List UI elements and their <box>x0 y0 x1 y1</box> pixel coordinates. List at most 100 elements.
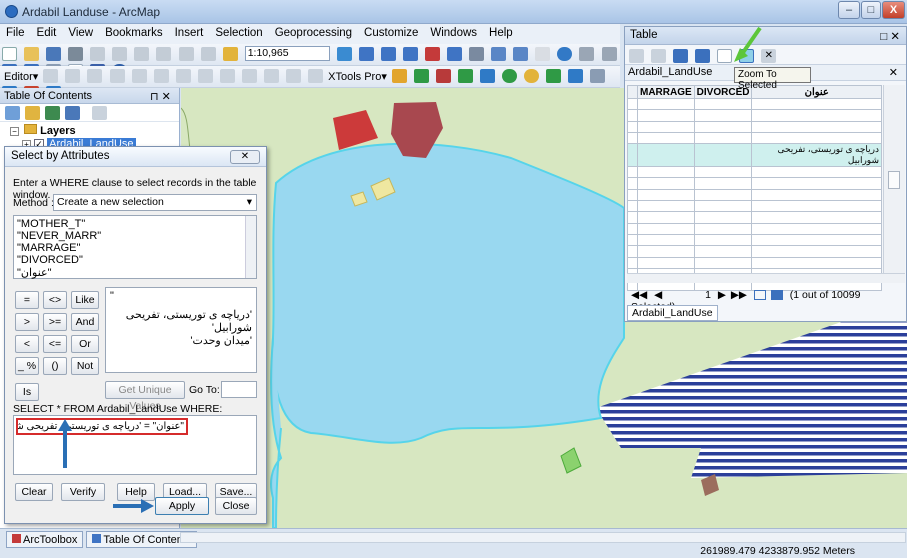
point-icon[interactable] <box>153 69 169 83</box>
clear-button[interactable]: Clear <box>15 483 53 501</box>
table-row[interactable]: دریاچه ی توریستی، تفریحی شورابیل <box>627 143 882 168</box>
cut-icon[interactable] <box>90 47 106 61</box>
toc-layers-node[interactable]: − Layers <box>10 124 76 137</box>
operator-less-button[interactable]: < <box>15 335 39 353</box>
dialog-close-button-bottom[interactable]: Close <box>215 497 257 515</box>
table-cell[interactable] <box>637 166 695 179</box>
value-item[interactable]: 'میدان وحدت' <box>110 334 252 347</box>
copy-icon[interactable] <box>112 47 128 61</box>
minimize-button[interactable]: – <box>838 1 860 19</box>
menu-bookmarks[interactable]: Bookmarks <box>99 24 169 39</box>
xtools-icon-4[interactable] <box>458 69 474 83</box>
cut-polygons-icon[interactable] <box>219 69 235 83</box>
operator-or-button[interactable]: Or <box>71 335 99 353</box>
operator-equals-button[interactable]: = <box>15 291 39 309</box>
table-cell[interactable] <box>751 166 882 179</box>
table-cell[interactable] <box>751 222 882 235</box>
table-row[interactable] <box>627 166 882 179</box>
scrollbar-thumb[interactable] <box>888 171 900 189</box>
operator-greater-button[interactable]: > <box>15 313 39 331</box>
table-cell[interactable] <box>693 97 753 111</box>
undo-icon[interactable] <box>178 47 194 61</box>
list-by-visibility-icon[interactable] <box>45 106 61 120</box>
open-folder-icon[interactable] <box>24 47 40 61</box>
table-cell[interactable] <box>693 120 753 133</box>
xtools-icon-9[interactable] <box>568 69 584 83</box>
apply-button[interactable]: Apply <box>155 497 209 515</box>
last-record-button[interactable]: ▶▶ <box>731 289 747 301</box>
xtools-icon-7[interactable] <box>524 69 540 83</box>
row-selector[interactable] <box>627 120 638 133</box>
tab-arctoolbox[interactable]: ArcToolbox <box>6 531 84 548</box>
table-cell[interactable] <box>751 109 882 122</box>
table-row[interactable] <box>627 109 882 122</box>
table-cell[interactable] <box>751 177 882 190</box>
table-cell[interactable] <box>637 245 695 258</box>
show-all-records-icon[interactable] <box>753 290 766 301</box>
operator-and-button[interactable]: And <box>71 313 99 331</box>
switch-selection-icon[interactable] <box>695 49 711 63</box>
row-selector[interactable] <box>627 256 638 269</box>
table-row[interactable] <box>627 120 882 133</box>
select-by-attributes-icon[interactable] <box>673 49 689 63</box>
menu-geoprocessing[interactable]: Geoprocessing <box>269 24 358 39</box>
pan-icon[interactable] <box>535 47 551 61</box>
row-selector[interactable] <box>627 97 638 111</box>
table-bottom-tab[interactable]: Ardabil_LandUse <box>627 305 718 321</box>
lake-polygon[interactable] <box>271 142 625 444</box>
xtools-icon-5[interactable] <box>480 69 496 83</box>
table-cell[interactable] <box>693 245 753 258</box>
table-cell[interactable] <box>693 177 753 190</box>
xtools-pro-menu[interactable]: XTools Pro▾ <box>328 70 387 83</box>
edit-annotation-icon[interactable] <box>65 69 81 83</box>
table-cell[interactable] <box>693 211 753 224</box>
table-cell[interactable] <box>637 143 695 168</box>
xtools-icon-1[interactable] <box>391 69 407 83</box>
list-by-source-icon[interactable] <box>25 106 41 120</box>
operator-not-button[interactable]: Not <box>71 357 99 375</box>
table-cell[interactable] <box>693 222 753 235</box>
table-cell[interactable] <box>637 233 695 247</box>
operator-like-button[interactable]: Like <box>71 291 99 309</box>
save-icon[interactable] <box>46 47 62 61</box>
value-item[interactable]: " <box>110 290 252 302</box>
table-cell[interactable] <box>751 211 882 224</box>
table-cell[interactable] <box>693 143 753 168</box>
add-data-icon[interactable] <box>222 47 238 61</box>
zoom-in-icon[interactable] <box>491 47 507 61</box>
row-selector[interactable] <box>627 143 638 168</box>
first-record-button[interactable]: ◀◀ <box>631 289 647 301</box>
row-selector[interactable] <box>627 177 638 190</box>
list-by-drawing-order-icon[interactable] <box>5 106 20 120</box>
table-cell[interactable] <box>637 222 695 235</box>
table-cell[interactable] <box>637 177 695 190</box>
redo-icon[interactable] <box>200 47 216 61</box>
table-cell[interactable] <box>637 188 695 202</box>
toc-options-icon[interactable] <box>92 106 108 120</box>
editor-menu[interactable]: Editor▾ <box>4 70 38 83</box>
related-tables-icon[interactable] <box>651 49 667 63</box>
table-cell[interactable] <box>751 200 882 213</box>
table-row[interactable] <box>627 131 882 145</box>
arctoolbox-icon[interactable] <box>425 47 440 61</box>
previous-record-button[interactable]: ◀ <box>654 289 662 301</box>
go-to-input[interactable] <box>221 381 257 398</box>
map-horizontal-scrollbar[interactable] <box>180 532 906 543</box>
table-close-button[interactable]: □ ✕ <box>880 29 900 43</box>
row-selector[interactable] <box>627 222 638 235</box>
field-item[interactable]: "NEVER_MARR" <box>17 230 253 242</box>
table-cell[interactable] <box>693 166 753 179</box>
dialog-close-button[interactable]: ✕ <box>230 150 260 164</box>
table-row[interactable] <box>627 188 882 202</box>
row-selector[interactable] <box>627 109 638 122</box>
row-selector[interactable] <box>627 200 638 213</box>
table-row[interactable] <box>627 200 882 213</box>
table-cell[interactable] <box>693 109 753 122</box>
close-button[interactable]: X <box>882 1 905 19</box>
split-icon[interactable] <box>241 69 257 83</box>
sketch-properties-icon[interactable] <box>308 69 324 83</box>
fields-scrollbar[interactable] <box>245 216 256 278</box>
row-selector[interactable] <box>627 166 638 179</box>
operator-is-button[interactable]: Is <box>15 383 39 401</box>
field-item[interactable]: "MOTHER_T" <box>17 218 253 230</box>
